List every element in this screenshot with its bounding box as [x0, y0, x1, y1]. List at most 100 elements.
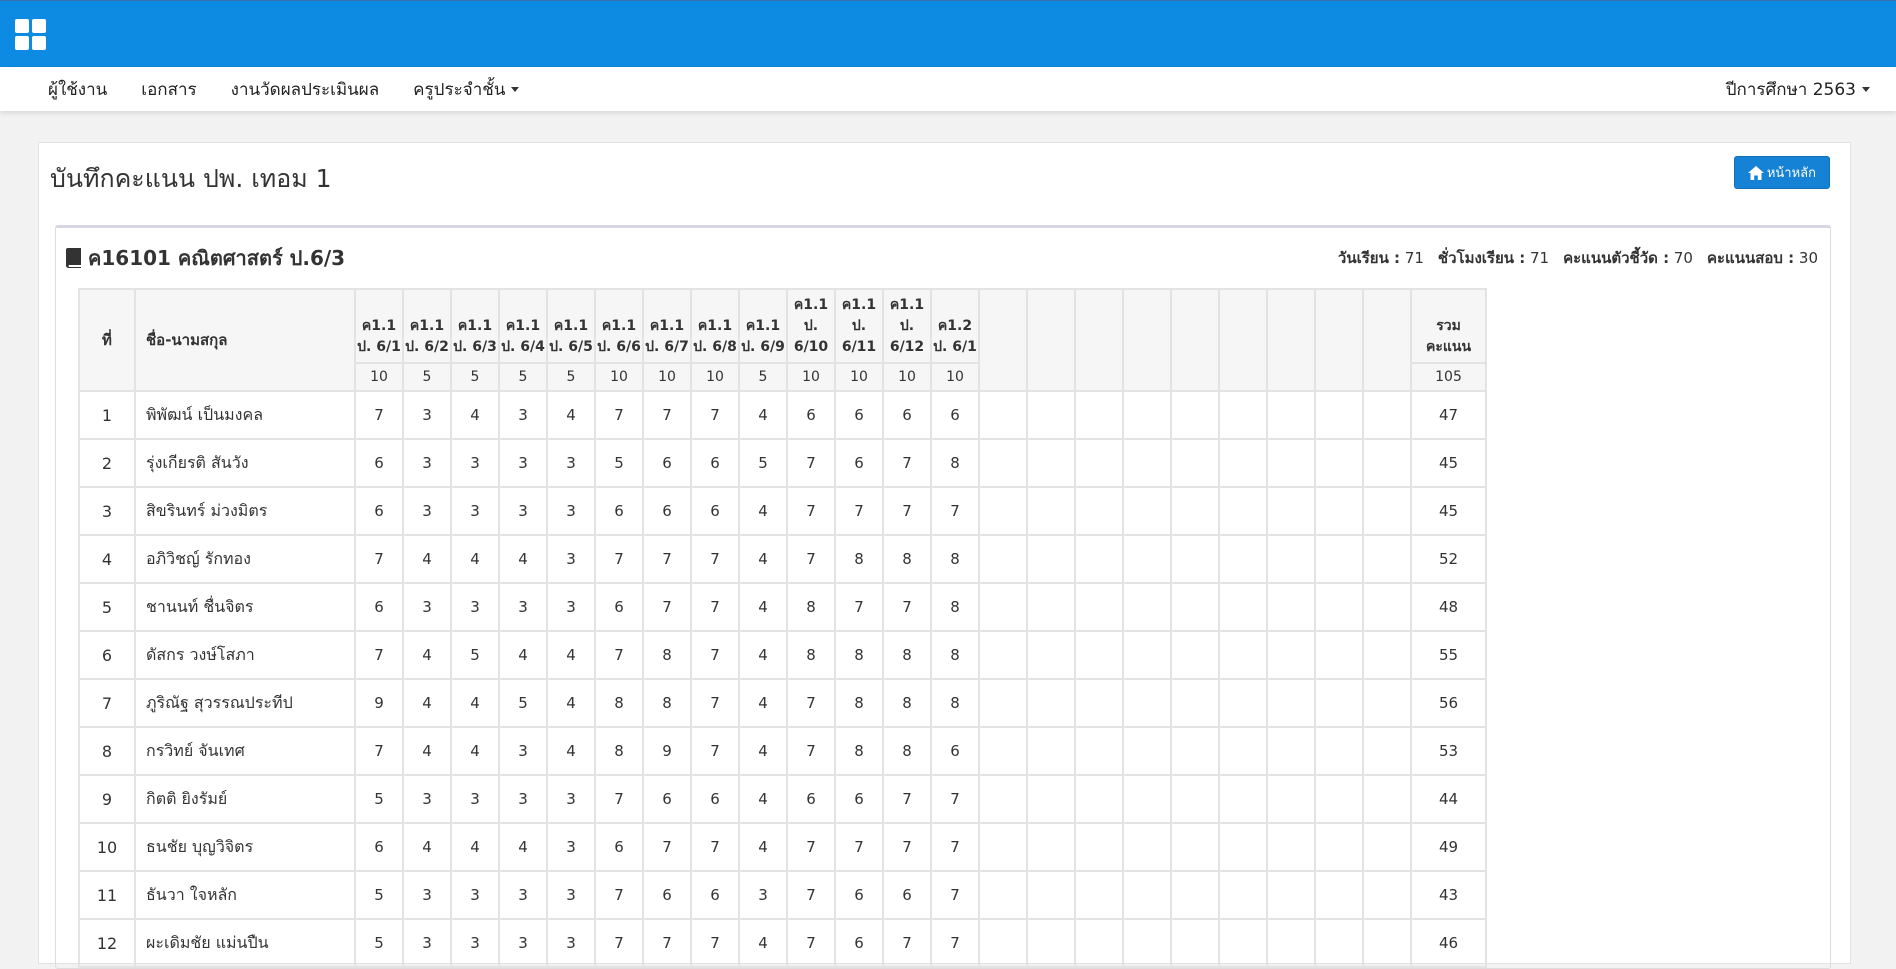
score-cell[interactable]: 8	[786, 582, 836, 632]
empty-cell[interactable]	[1074, 630, 1124, 680]
score-cell[interactable]: 3	[498, 486, 548, 536]
score-cell[interactable]: 7	[834, 582, 884, 632]
score-cell[interactable]: 4	[738, 918, 788, 968]
empty-cell[interactable]	[1170, 390, 1220, 440]
score-cell[interactable]: 7	[786, 486, 836, 536]
score-cell[interactable]: 9	[354, 678, 404, 728]
score-cell[interactable]: 7	[786, 726, 836, 776]
empty-cell[interactable]	[1122, 390, 1172, 440]
score-cell[interactable]: 3	[450, 774, 500, 824]
empty-cell[interactable]	[1362, 582, 1412, 632]
score-cell[interactable]: 8	[930, 678, 980, 728]
score-cell[interactable]: 4	[450, 390, 500, 440]
empty-cell[interactable]	[1314, 390, 1364, 440]
score-cell[interactable]: 7	[594, 870, 644, 920]
empty-cell[interactable]	[1026, 630, 1076, 680]
empty-cell[interactable]	[1266, 870, 1316, 920]
empty-cell[interactable]	[1314, 630, 1364, 680]
score-cell[interactable]: 4	[546, 678, 596, 728]
empty-cell[interactable]	[978, 726, 1028, 776]
score-cell[interactable]: 6	[594, 486, 644, 536]
score-cell[interactable]: 6	[594, 822, 644, 872]
score-cell[interactable]: 6	[642, 438, 692, 488]
score-cell[interactable]: 7	[930, 870, 980, 920]
empty-cell[interactable]	[1266, 486, 1316, 536]
nav-documents[interactable]: เอกสาร	[141, 76, 196, 103]
score-cell[interactable]: 4	[546, 726, 596, 776]
empty-cell[interactable]	[1362, 390, 1412, 440]
empty-cell[interactable]	[1170, 534, 1220, 584]
score-cell[interactable]: 7	[690, 678, 740, 728]
score-cell[interactable]: 6	[594, 582, 644, 632]
empty-cell[interactable]	[1266, 582, 1316, 632]
score-cell[interactable]: 6	[642, 870, 692, 920]
empty-cell[interactable]	[1122, 726, 1172, 776]
score-cell[interactable]: 7	[594, 918, 644, 968]
empty-cell[interactable]	[1314, 678, 1364, 728]
empty-cell[interactable]	[1314, 822, 1364, 872]
score-cell[interactable]: 6	[642, 774, 692, 824]
score-cell[interactable]: 6	[690, 774, 740, 824]
empty-cell[interactable]	[1074, 582, 1124, 632]
score-cell[interactable]: 7	[786, 918, 836, 968]
empty-cell[interactable]	[1074, 390, 1124, 440]
score-cell[interactable]: 3	[402, 870, 452, 920]
empty-cell[interactable]	[1218, 438, 1268, 488]
score-cell[interactable]: 6	[882, 390, 932, 440]
empty-cell[interactable]	[1122, 870, 1172, 920]
empty-cell[interactable]	[1122, 822, 1172, 872]
empty-cell[interactable]	[1314, 918, 1364, 968]
score-cell[interactable]: 7	[642, 822, 692, 872]
score-cell[interactable]: 4	[546, 630, 596, 680]
score-cell[interactable]: 8	[834, 534, 884, 584]
score-cell[interactable]: 4	[738, 390, 788, 440]
score-cell[interactable]: 3	[450, 870, 500, 920]
score-cell[interactable]: 7	[786, 678, 836, 728]
score-cell[interactable]: 3	[450, 486, 500, 536]
empty-cell[interactable]	[1218, 918, 1268, 968]
score-cell[interactable]: 4	[498, 534, 548, 584]
score-cell[interactable]: 8	[594, 678, 644, 728]
score-cell[interactable]: 6	[786, 774, 836, 824]
score-cell[interactable]: 7	[354, 390, 404, 440]
score-cell[interactable]: 6	[834, 390, 884, 440]
score-cell[interactable]: 7	[930, 774, 980, 824]
score-cell[interactable]: 3	[546, 774, 596, 824]
empty-cell[interactable]	[1122, 774, 1172, 824]
empty-cell[interactable]	[1074, 534, 1124, 584]
score-cell[interactable]: 6	[930, 390, 980, 440]
empty-cell[interactable]	[1074, 774, 1124, 824]
score-cell[interactable]: 4	[402, 630, 452, 680]
score-cell[interactable]: 5	[354, 774, 404, 824]
empty-cell[interactable]	[1218, 582, 1268, 632]
empty-cell[interactable]	[1314, 438, 1364, 488]
nav-homeroom-teacher-dropdown[interactable]: ครูประจำชั้น	[413, 76, 520, 103]
empty-cell[interactable]	[1266, 438, 1316, 488]
empty-cell[interactable]	[1266, 390, 1316, 440]
empty-cell[interactable]	[1314, 774, 1364, 824]
empty-cell[interactable]	[1170, 438, 1220, 488]
score-cell[interactable]: 6	[834, 870, 884, 920]
empty-cell[interactable]	[1074, 822, 1124, 872]
empty-cell[interactable]	[978, 822, 1028, 872]
score-cell[interactable]: 7	[354, 534, 404, 584]
score-cell[interactable]: 3	[498, 390, 548, 440]
score-cell[interactable]: 6	[354, 822, 404, 872]
score-cell[interactable]: 4	[738, 726, 788, 776]
empty-cell[interactable]	[1362, 630, 1412, 680]
score-cell[interactable]: 4	[450, 726, 500, 776]
empty-cell[interactable]	[978, 438, 1028, 488]
score-cell[interactable]: 6	[690, 438, 740, 488]
score-cell[interactable]: 3	[402, 918, 452, 968]
score-cell[interactable]: 8	[930, 438, 980, 488]
empty-cell[interactable]	[1170, 678, 1220, 728]
empty-cell[interactable]	[978, 774, 1028, 824]
score-cell[interactable]: 7	[882, 822, 932, 872]
score-cell[interactable]: 4	[738, 774, 788, 824]
empty-cell[interactable]	[1218, 870, 1268, 920]
score-cell[interactable]: 3	[450, 438, 500, 488]
score-cell[interactable]: 6	[354, 486, 404, 536]
score-cell[interactable]: 4	[402, 678, 452, 728]
empty-cell[interactable]	[1266, 822, 1316, 872]
empty-cell[interactable]	[1170, 486, 1220, 536]
